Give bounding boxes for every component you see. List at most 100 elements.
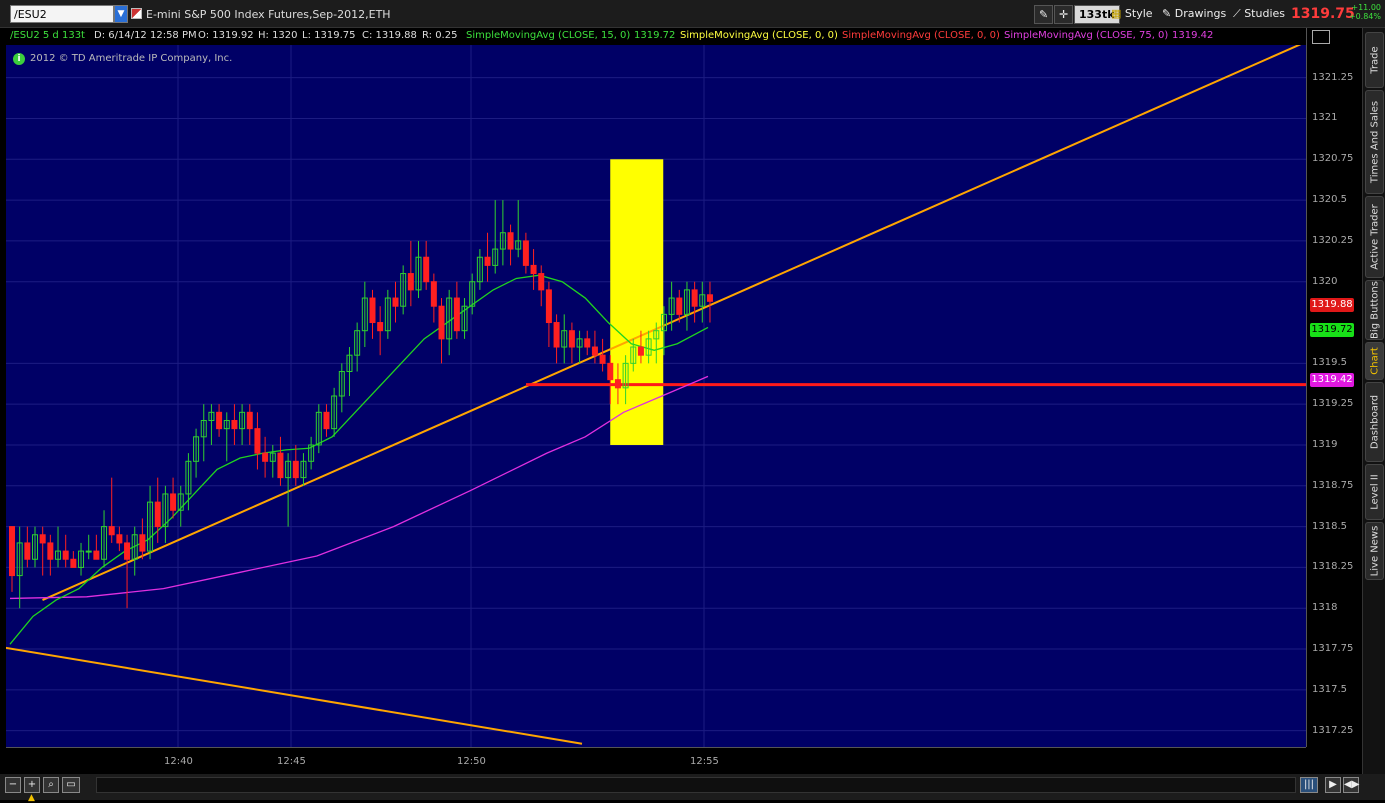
style-icon: ▦	[1111, 7, 1122, 20]
study-sma75-label[interactable]: SimpleMovingAvg (CLOSE, 75, 0)	[1004, 30, 1168, 41]
price-tick-label: 1318.5	[1312, 520, 1347, 532]
price-tick-label: 1320	[1312, 275, 1338, 287]
info-icon[interactable]: i	[13, 53, 25, 65]
crosshair-icon[interactable]: ✛	[1054, 5, 1074, 24]
tab-active-trader[interactable]: Active Trader	[1365, 196, 1384, 278]
copyright-text: 2012 © TD Ameritrade IP Company, Inc.	[30, 53, 233, 64]
bottom-toolbar: − + ⌕ ▭ ||| ▶ ◀▶ ▲	[0, 774, 1385, 803]
tab-live-news[interactable]: Live News	[1365, 522, 1384, 580]
price-tick-label: 1321	[1312, 112, 1338, 124]
candle-body	[231, 419, 238, 430]
fullscreen-icon[interactable]: ▭	[62, 777, 80, 793]
price-tick-label: 1320.25	[1312, 234, 1354, 246]
instrument-name: E-mini S&P 500 Index Futures,Sep-2012,ET…	[146, 8, 391, 21]
candle-body	[170, 493, 177, 511]
candle-body	[538, 273, 545, 291]
zoom-in-icon[interactable]: +	[24, 777, 40, 793]
price-tick-label: 1319.25	[1312, 398, 1354, 410]
link-color-icon[interactable]	[131, 8, 142, 19]
study-sma15-label[interactable]: SimpleMovingAvg (CLOSE, 15, 0)	[466, 30, 630, 41]
candle-body	[438, 305, 445, 340]
candle-body	[377, 322, 384, 332]
candle-body	[154, 501, 161, 528]
bar-date: D: 6/14/12 12:58 PM	[94, 30, 197, 41]
bar-high: H: 1320	[258, 30, 298, 41]
candle-body	[323, 411, 330, 430]
candle-body	[108, 526, 115, 536]
scroll-expand-icon[interactable]: ◀▶	[1343, 777, 1359, 793]
tab-times-and-sales[interactable]: Times And Sales	[1365, 90, 1384, 194]
zoom-out-icon[interactable]: −	[5, 777, 21, 793]
bar-range: R: 0.25	[422, 30, 458, 41]
magnifier-icon[interactable]: ⌕	[43, 777, 59, 793]
study-sma75-value: 1319.42	[1172, 30, 1214, 41]
tab-chart[interactable]: Chart	[1365, 342, 1384, 380]
style-button[interactable]: ▦ Style	[1107, 5, 1157, 24]
candle-body	[216, 411, 223, 430]
symbol-dropdown-button[interactable]: ▼	[114, 5, 128, 23]
time-tick-label: 12:40	[164, 756, 193, 767]
scroll-right-icon[interactable]: ▶	[1325, 777, 1341, 793]
candle-body	[706, 294, 713, 302]
candle-body	[47, 542, 54, 560]
candle-body	[530, 264, 537, 275]
candle-body	[607, 362, 614, 381]
collapse-icon[interactable]: ▲	[28, 793, 35, 803]
candle-body	[62, 550, 69, 560]
tab-big-buttons[interactable]: Big Buttons	[1365, 280, 1384, 340]
time-tick-label: 12:45	[277, 756, 306, 767]
last-price: 1319.75	[1291, 6, 1355, 22]
tab-level-ii[interactable]: Level II	[1365, 464, 1384, 520]
scroll-thumb[interactable]: |||	[1300, 777, 1318, 793]
price-tick-label: 1319.5	[1312, 357, 1347, 369]
price-tick-label: 1318.25	[1312, 561, 1354, 573]
candle-body	[277, 452, 284, 479]
price-tick-label: 1318	[1312, 602, 1338, 614]
candle-body	[70, 558, 77, 568]
studies-label: Studies	[1244, 7, 1286, 20]
time-tick-label: 12:50	[457, 756, 486, 767]
price-tick-label: 1317.75	[1312, 643, 1354, 655]
studies-icon: ⟋	[1233, 7, 1241, 20]
candle-body	[453, 297, 460, 332]
price-tick-label: 1317.25	[1312, 724, 1354, 736]
candle-body	[614, 379, 621, 389]
net-change: +11.00 +0.84%	[1347, 3, 1381, 21]
candle-body	[39, 534, 46, 544]
candle-body	[637, 346, 644, 356]
price-chart[interactable]	[6, 45, 1306, 747]
candle-body	[691, 289, 698, 307]
candle-body	[507, 232, 514, 250]
time-tick-label: 12:55	[690, 756, 719, 767]
symbol-input[interactable]	[10, 5, 114, 23]
drawings-button[interactable]: ✎ Drawings	[1158, 5, 1230, 24]
price-tick-label: 1321.25	[1312, 71, 1354, 83]
chart-style-icon[interactable]	[1312, 30, 1330, 44]
drawing-tools-icon[interactable]: ✎	[1034, 5, 1054, 24]
chart-canvas[interactable]	[6, 45, 1306, 747]
study-sma15-value: 1319.72	[634, 30, 676, 41]
candle-body	[553, 322, 560, 348]
sma15-badge: 1319.72	[1310, 323, 1354, 337]
study-sma-red-label[interactable]: SimpleMovingAvg (CLOSE, 0, 0)	[842, 30, 1000, 41]
candle-body	[24, 542, 31, 560]
studies-button[interactable]: ⟋ Studies	[1229, 5, 1289, 24]
price-axis[interactable]: 1321.25 1321 1320.75 1320.5 1320.25 1320 1319.…	[1306, 28, 1358, 747]
time-axis[interactable]: 12:40 12:45 12:50 12:55	[6, 747, 1306, 774]
candle-body	[116, 534, 123, 544]
percent-change: +0.84%	[1348, 12, 1381, 21]
candle-body	[545, 289, 552, 324]
chart-header: /ESU2 5 d 133t D: 6/14/12 12:58 PM O: 13…	[6, 28, 1306, 45]
candle-body	[292, 460, 299, 479]
horizontal-scrollbar[interactable]	[96, 777, 1296, 793]
top-toolbar: ▼ E-mini S&P 500 Index Futures,Sep-2012,…	[0, 0, 1385, 28]
tab-trade[interactable]: Trade	[1365, 32, 1384, 88]
tab-dashboard[interactable]: Dashboard	[1365, 382, 1384, 462]
candle-body	[407, 273, 414, 291]
study-sma-yellow-label[interactable]: SimpleMovingAvg (CLOSE, 0, 0)	[680, 30, 838, 41]
price-tick-label: 1317.5	[1312, 683, 1347, 695]
trend-line	[42, 45, 1302, 601]
candle-body	[676, 297, 683, 315]
drawings-icon: ✎	[1162, 7, 1172, 20]
candle-body	[423, 256, 430, 283]
